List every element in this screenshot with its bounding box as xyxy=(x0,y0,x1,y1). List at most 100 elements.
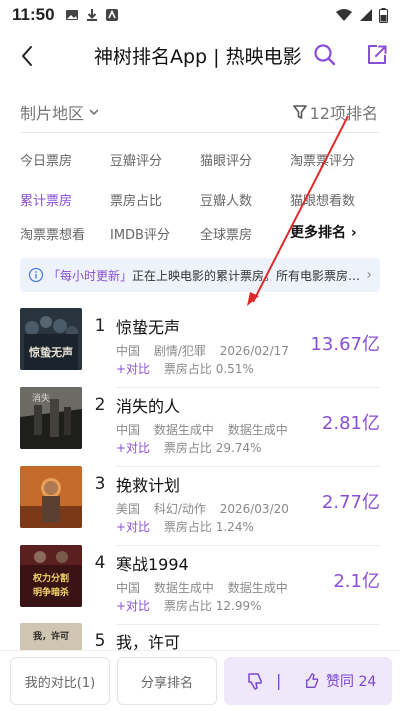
my-compare-button[interactable]: 我的对比(1) xyxy=(10,657,110,705)
search-icon xyxy=(314,44,336,66)
movie-compare-row: +对比 票房占比 29.74% xyxy=(116,439,262,456)
movie-row[interactable]: 3 挽救计划 美国 科幻/动作 2026/03/20 +对比 票房占比 1.24… xyxy=(20,466,380,546)
tab-taopiaopiao-score[interactable]: 淘票票评分 xyxy=(290,150,355,169)
dislike-button[interactable] xyxy=(246,671,266,695)
svg-text:我，许可: 我，许可 xyxy=(33,630,69,642)
share-label: 票房占比 xyxy=(163,362,212,376)
movie-country: 中国 xyxy=(116,344,141,358)
share-value: 29.74% xyxy=(215,441,262,455)
tab-global-box-office[interactable]: 全球票房 xyxy=(200,224,252,243)
box-office-value: 2.81亿 xyxy=(321,413,380,434)
svg-text:权力分割: 权力分割 xyxy=(32,572,69,584)
chevron-right-icon: › xyxy=(350,225,357,241)
movie-release-date: 2026/03/20 xyxy=(219,502,289,516)
movie-poster: 权力分割 明争暗杀 xyxy=(20,545,82,607)
movie-meta: 中国 数据生成中 数据生成中 xyxy=(116,421,298,438)
rank-count-label: 12项排名 xyxy=(309,104,378,123)
movie-title: 惊蛰无声 xyxy=(116,318,181,337)
vote-group: | 赞同 24 xyxy=(224,657,392,705)
tab-box-office-share[interactable]: 票房占比 xyxy=(110,190,162,209)
share-value: 12.99% xyxy=(215,599,262,613)
app-icon xyxy=(105,9,118,21)
battery-icon xyxy=(379,7,388,23)
tab-douban-score[interactable]: 豆瓣评分 xyxy=(110,150,162,169)
tab-cumulative-box-office[interactable]: 累计票房 xyxy=(20,190,72,209)
tab-taopiaopiao-wish[interactable]: 淘票票想看 xyxy=(20,224,85,243)
page-title: 神树排名App | 热映电影 xyxy=(94,46,302,68)
movie-row[interactable]: 消失 2 消失的人 中国 数据生成中 数据生成中 +对比 票房占比 29.74%… xyxy=(20,387,380,467)
tab-today-box-office[interactable]: 今日票房 xyxy=(20,150,72,169)
poster-image: 惊蛰无声 xyxy=(20,308,82,370)
movie-title: 寒战1994 xyxy=(116,555,189,574)
add-compare-button[interactable]: +对比 xyxy=(116,599,150,613)
box-office-value: 2.77亿 xyxy=(321,492,380,513)
status-time: 11:50 xyxy=(12,5,55,24)
share-value: 1.24% xyxy=(215,520,254,534)
movie-poster xyxy=(20,466,82,528)
movie-poster: 消失 xyxy=(20,387,82,449)
image-icon xyxy=(65,10,78,20)
chevron-right-icon: › xyxy=(366,267,372,283)
movie-compare-row: +对比 票房占比 0.51% xyxy=(116,360,254,377)
notice-body: 正在上映电影的累计票房。所有电影票房… xyxy=(132,268,361,283)
add-compare-button[interactable]: +对比 xyxy=(116,441,150,455)
svg-text:明争暗杀: 明争暗杀 xyxy=(33,586,69,598)
movie-compare-row: +对比 票房占比 12.99% xyxy=(116,597,262,614)
movie-rank: 2 xyxy=(94,395,106,415)
info-icon xyxy=(28,267,44,283)
movie-row[interactable]: 惊蛰无声 1 惊蛰无声 中国 剧情/犯罪 2026/02/17 +对比 票房占比… xyxy=(20,308,380,388)
notice-highlight: 「每小时更新」 xyxy=(48,268,133,283)
status-system-icons xyxy=(335,7,388,23)
download-icon xyxy=(86,9,97,21)
movie-rank: 4 xyxy=(94,553,106,573)
notice-text: 「每小时更新」正在上映电影的累计票房。所有电影票房… xyxy=(48,267,360,284)
region-filter-label: 制片地区 xyxy=(20,104,85,123)
svg-text:消失: 消失 xyxy=(32,392,50,404)
poster-image: 权力分割 明争暗杀 xyxy=(20,545,82,607)
svg-text:惊蛰无声: 惊蛰无声 xyxy=(29,345,73,359)
app-header: 神树排名App | 热映电影 xyxy=(0,34,400,78)
region-filter[interactable]: 制片地区 xyxy=(20,100,100,124)
movie-title: 消失的人 xyxy=(116,397,181,416)
share-rank-button[interactable]: 分享排名 xyxy=(117,657,217,705)
update-notice[interactable]: 「每小时更新」正在上映电影的累计票房。所有电影票房… › xyxy=(20,258,380,292)
thumbs-down-icon xyxy=(248,673,262,690)
poster-image: 消失 xyxy=(20,387,82,449)
rank-filter-button[interactable]: 12项排名 xyxy=(292,100,378,124)
movie-genre: 科幻/动作 xyxy=(153,502,206,516)
movie-release-date: 2026/02/17 xyxy=(219,344,289,358)
tab-imdb-score[interactable]: IMDB评分 xyxy=(110,224,170,243)
bottom-action-bar: 我的对比(1) 分享排名 | 赞同 24 xyxy=(0,650,400,711)
movie-meta: 中国 数据生成中 数据生成中 xyxy=(116,579,298,596)
filter-icon xyxy=(292,105,307,119)
box-office-value: 13.67亿 xyxy=(310,334,380,355)
movie-compare-row: +对比 票房占比 1.24% xyxy=(116,518,254,535)
like-button[interactable]: 赞同 24 xyxy=(304,671,376,691)
movie-row[interactable]: 权力分割 明争暗杀 4 寒战1994 中国 数据生成中 数据生成中 +对比 票房… xyxy=(20,545,380,625)
tab-maoyan-score[interactable]: 猫眼评分 xyxy=(200,150,252,169)
add-compare-button[interactable]: +对比 xyxy=(116,362,150,376)
search-button[interactable] xyxy=(312,42,338,68)
divider xyxy=(20,132,380,133)
movie-poster: 惊蛰无声 xyxy=(20,308,82,370)
movie-meta: 中国 剧情/犯罪 2026/02/17 xyxy=(116,342,299,359)
tab-maoyan-wish[interactable]: 猫眼想看数 xyxy=(290,190,355,209)
share-label: 票房占比 xyxy=(163,520,212,534)
share-button[interactable] xyxy=(364,42,390,68)
movie-country: 中国 xyxy=(116,581,141,595)
filter-row: 制片地区 12项排名 xyxy=(0,96,400,128)
wifi-icon xyxy=(336,9,352,21)
add-compare-button[interactable]: +对比 xyxy=(116,520,150,534)
like-label: 赞同 24 xyxy=(326,674,377,690)
status-notification-icons xyxy=(65,8,119,22)
movie-release-date: 数据生成中 xyxy=(227,581,288,595)
tab-douban-count[interactable]: 豆瓣人数 xyxy=(200,190,252,209)
back-button[interactable] xyxy=(14,42,40,70)
movie-country: 中国 xyxy=(116,423,141,437)
movie-rank: 5 xyxy=(94,631,106,651)
share-label: 票房占比 xyxy=(163,441,212,455)
tab-more-rankings[interactable]: 更多排名 › xyxy=(290,222,357,242)
movie-genre: 剧情/犯罪 xyxy=(153,344,206,358)
status-bar: 11:50 xyxy=(0,0,400,30)
movie-release-date: 数据生成中 xyxy=(227,423,288,437)
